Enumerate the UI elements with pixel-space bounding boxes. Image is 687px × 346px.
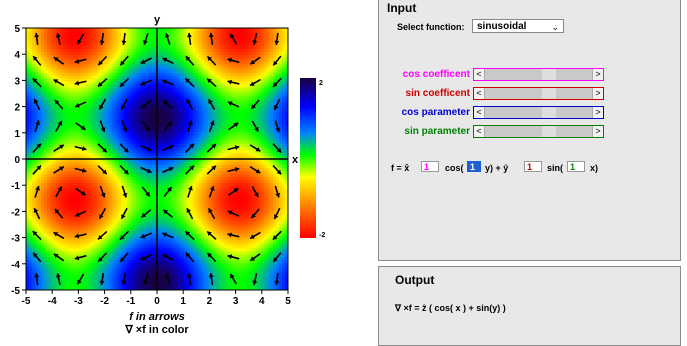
vector-field-plot: -5 -4 -3 -2 -1 0 1 2 3 4 5543210-1-2-3-4-5 y x f i… [11,14,325,336]
